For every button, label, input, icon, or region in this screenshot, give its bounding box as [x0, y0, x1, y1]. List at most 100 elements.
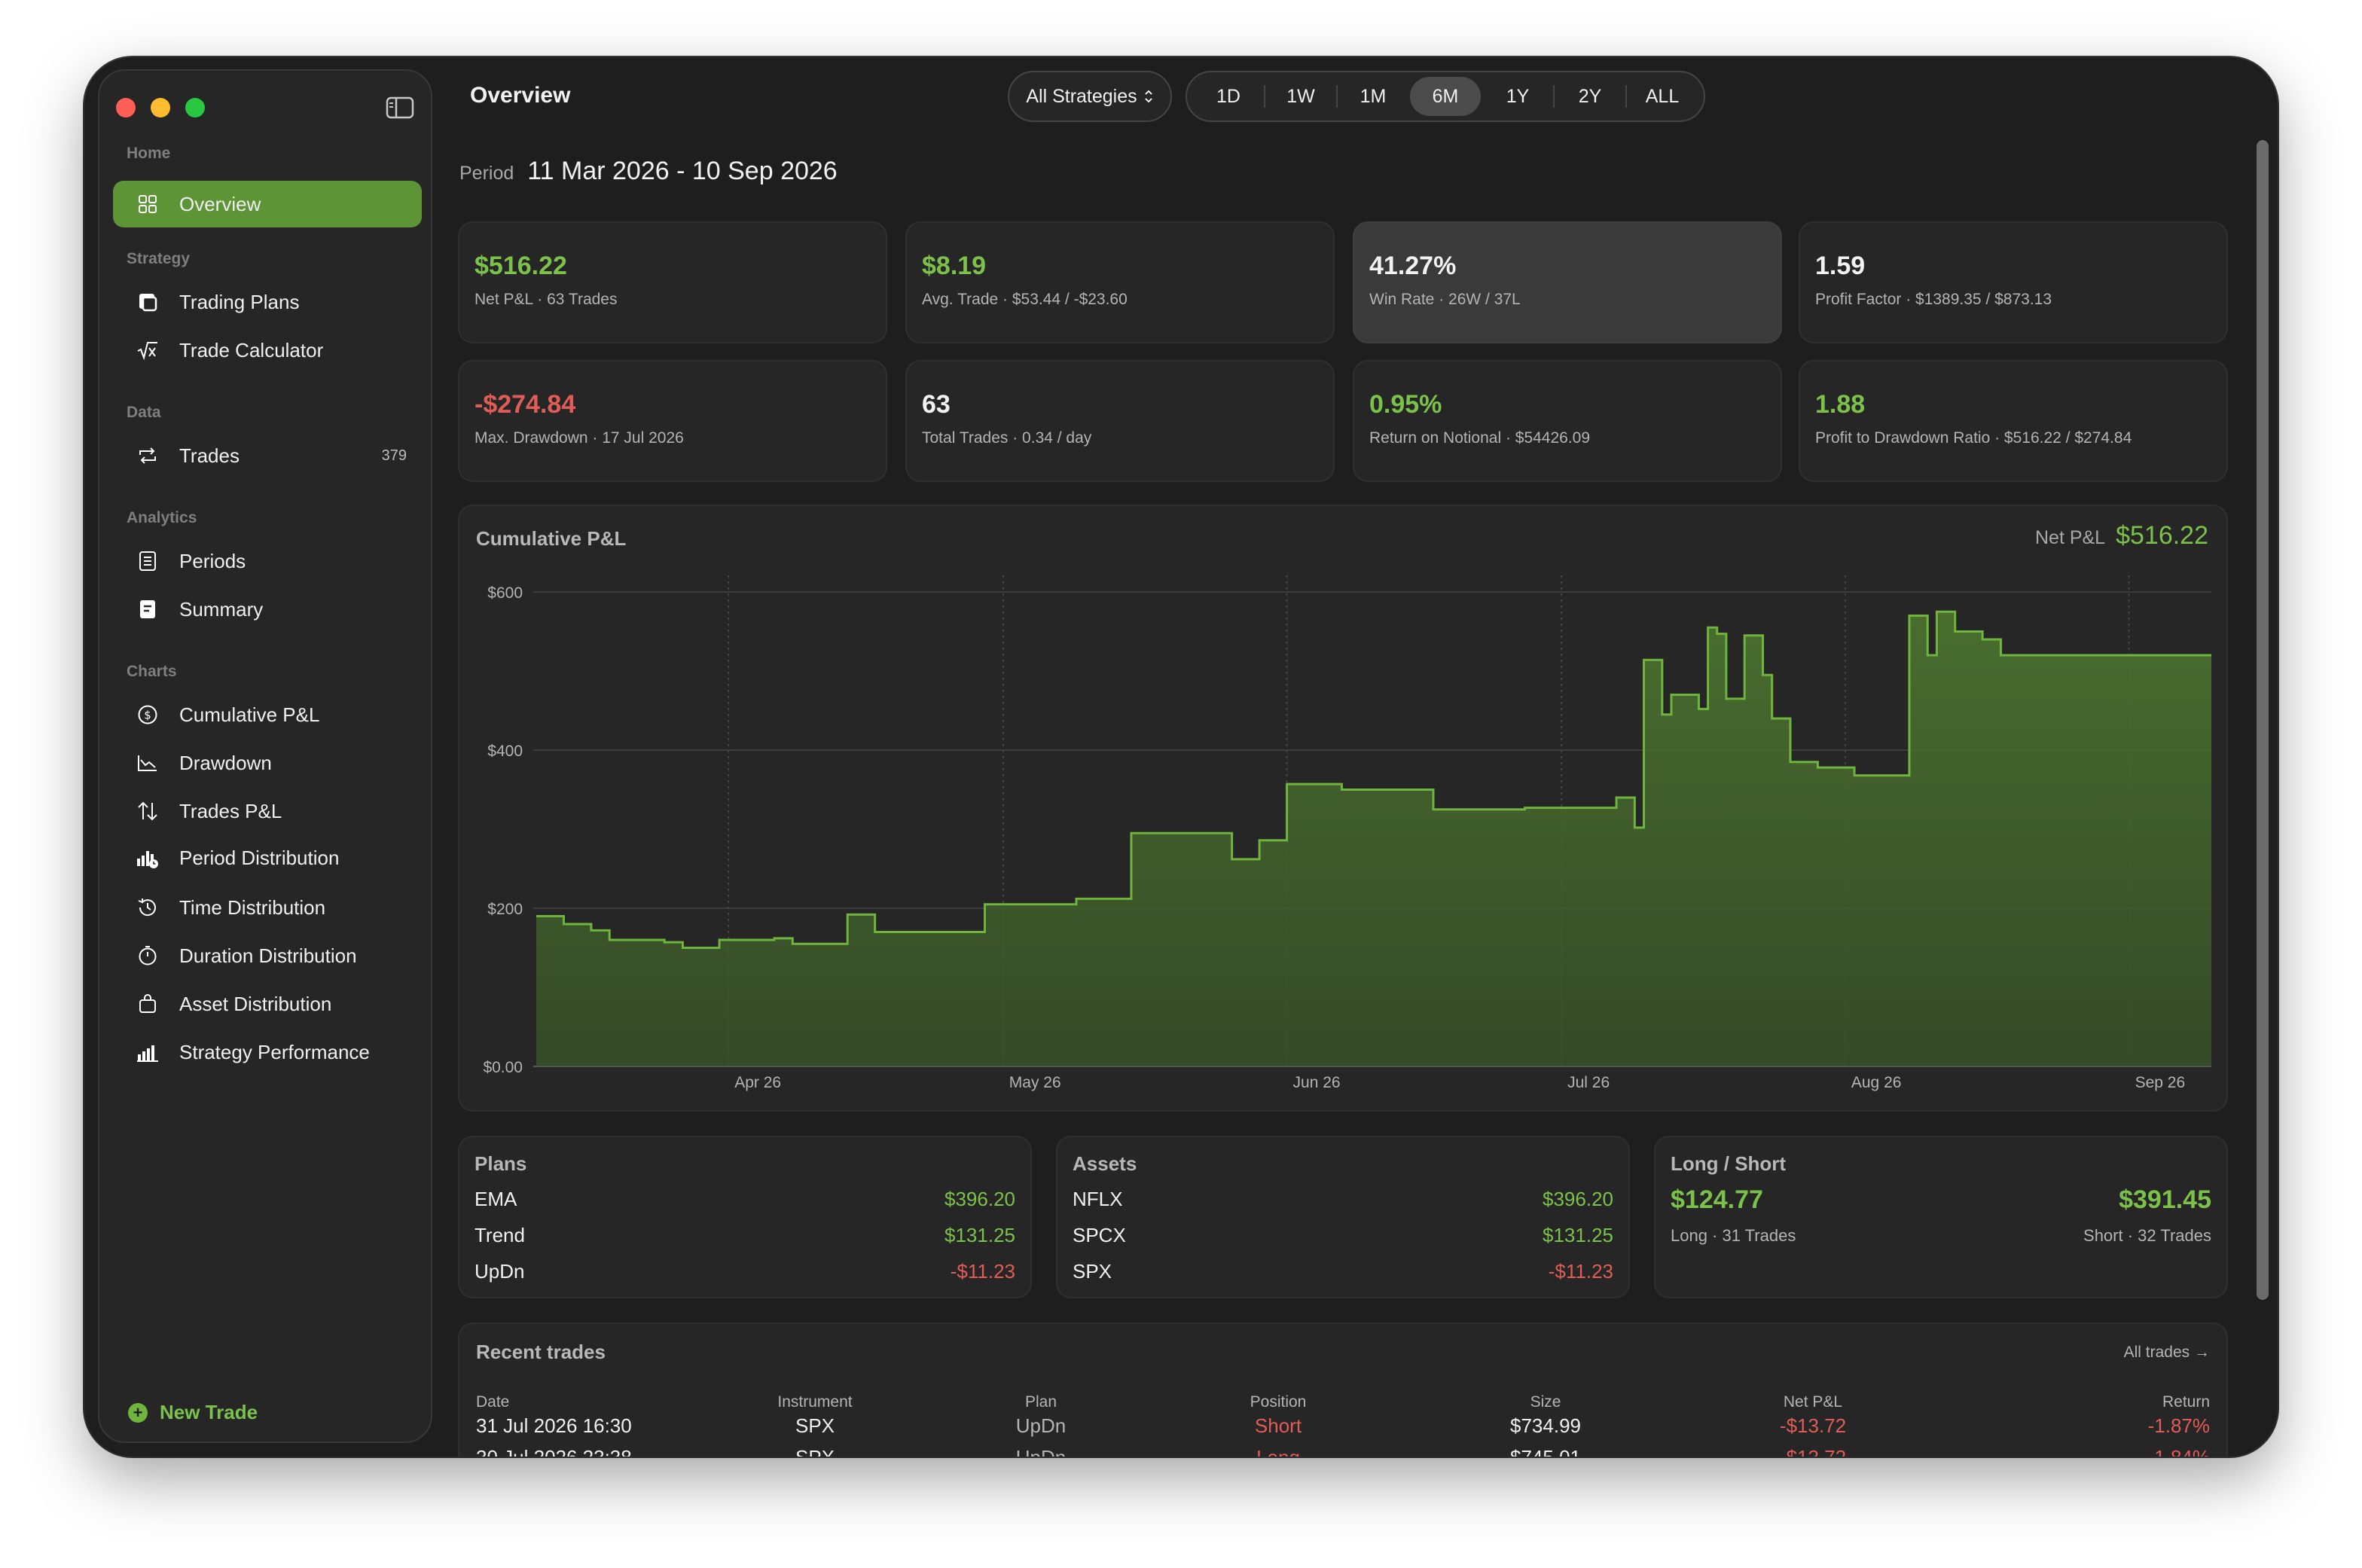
- cell-return: -1.87%: [2147, 1414, 2210, 1437]
- all-trades-link[interactable]: All trades →: [2124, 1344, 2210, 1362]
- plans-panel: Plans EMA $396.20 Trend $131.25 UpDn -$1…: [458, 1136, 1032, 1298]
- calendar-list-icon: [136, 549, 160, 573]
- range-button-2y[interactable]: 2Y: [1555, 77, 1625, 116]
- new-trade-button[interactable]: + New Trade: [128, 1401, 258, 1424]
- metric-value: 1.59: [1815, 252, 1866, 280]
- table-row[interactable]: 30 Jul 2026 23:38 SPX UpDn Long $745.01 …: [476, 1446, 2210, 1457]
- zoom-window-button[interactable]: [185, 98, 205, 117]
- sidebar-item-overview[interactable]: Overview: [113, 181, 422, 227]
- column-header-net-pnl[interactable]: Net P&L: [1689, 1393, 1937, 1411]
- sidebar-item-duration-distribution[interactable]: Duration Distribution: [113, 932, 422, 979]
- range-button-all[interactable]: ALL: [1627, 77, 1698, 116]
- sidebar-item-label: Trade Calculator: [179, 338, 324, 361]
- asset-row[interactable]: NFLX $396.20: [1073, 1184, 1613, 1214]
- section-home: Home: [127, 145, 171, 162]
- y-tick-label: $400: [487, 743, 523, 760]
- pnl-area: [536, 612, 2211, 1066]
- metric-card-profit-to-drawdown[interactable]: 1.88 Profit to Drawdown Ratio · $516.22 …: [1799, 360, 2228, 482]
- assets-panel: Assets NFLX $396.20 SPCX $131.25 SPX -$1…: [1056, 1136, 1630, 1298]
- sidebar-item-time-distribution[interactable]: Time Distribution: [113, 884, 422, 931]
- sidebar-item-asset-distribution[interactable]: Asset Distribution: [113, 981, 422, 1027]
- chevron-up-down-icon: [1144, 90, 1152, 103]
- column-header-position[interactable]: Position: [1154, 1393, 1402, 1411]
- period-display: Period 11 Mar 2026 - 10 Sep 2026: [459, 157, 838, 186]
- sidebar-item-period-distribution[interactable]: Period Distribution: [113, 834, 422, 881]
- short-label: Short · 32 Trades: [2083, 1226, 2211, 1245]
- sidebar-item-drawdown[interactable]: Drawdown: [113, 740, 422, 786]
- metric-label: Win Rate · 26W / 37L: [1369, 291, 1521, 308]
- metric-card-profit-factor[interactable]: 1.59 Profit Factor · $1389.35 / $873.13: [1799, 221, 2228, 343]
- metric-value: 41.27%: [1369, 252, 1457, 280]
- panel-title: Recent trades: [476, 1341, 606, 1363]
- section-strategy: Strategy: [127, 250, 191, 267]
- range-button-1m[interactable]: 1M: [1338, 77, 1408, 116]
- metric-label: Return on Notional · $54426.09: [1369, 429, 1591, 447]
- x-tick-label: Sep 26: [2135, 1074, 2186, 1091]
- recent-trades-panel: Recent trades All trades → Date Instrume…: [458, 1322, 2228, 1457]
- column-header-plan[interactable]: Plan: [928, 1393, 1154, 1411]
- range-button-1w[interactable]: 1W: [1265, 77, 1336, 116]
- metric-card-return-on-notional[interactable]: 0.95% Return on Notional · $54426.09: [1353, 360, 1782, 482]
- metric-card-avg-trade[interactable]: $8.19 Avg. Trade · $53.44 / -$23.60: [905, 221, 1335, 343]
- sidebar-toggle-icon[interactable]: [386, 96, 414, 119]
- metric-card-win-rate[interactable]: 41.27% Win Rate · 26W / 37L: [1353, 221, 1782, 343]
- range-button-6m[interactable]: 6M: [1410, 77, 1481, 116]
- column-header-return[interactable]: Return: [1937, 1393, 2210, 1411]
- metric-card-total-trades[interactable]: 63 Total Trades · 0.34 / day: [905, 360, 1335, 482]
- sidebar-item-strategy-performance[interactable]: Strategy Performance: [113, 1029, 422, 1075]
- metric-card-net-pnl[interactable]: $516.22 Net P&L · 63 Trades: [458, 221, 887, 343]
- chart-summary-label: Net P&L: [2034, 527, 2106, 548]
- cell-net-pnl: -$13.72: [1779, 1414, 1847, 1437]
- asset-name: SPX: [1073, 1259, 1112, 1283]
- asset-name: NFLX: [1073, 1187, 1123, 1210]
- plan-row[interactable]: UpDn -$11.23: [475, 1256, 1015, 1286]
- metric-value: 0.95%: [1369, 390, 1442, 419]
- window-controls: [116, 98, 205, 117]
- sidebar-item-cumulative-pnl[interactable]: $ Cumulative P&L: [113, 691, 422, 738]
- range-button-1y[interactable]: 1Y: [1482, 77, 1553, 116]
- column-header-instrument[interactable]: Instrument: [702, 1393, 928, 1411]
- range-segmented-control: 1D 1W 1M 6M 1Y 2Y ALL: [1186, 71, 1705, 122]
- asset-name: SPCX: [1073, 1223, 1126, 1246]
- strategy-select-value: All Strategies: [1026, 85, 1137, 107]
- column-header-size[interactable]: Size: [1402, 1393, 1689, 1411]
- column-header-date[interactable]: Date: [476, 1393, 702, 1411]
- strategy-select[interactable]: All Strategies: [1008, 71, 1172, 122]
- asset-row[interactable]: SPCX $131.25: [1073, 1220, 1613, 1250]
- x-tick-label: Jun 26: [1293, 1074, 1341, 1091]
- grid-icon: [136, 192, 160, 216]
- y-tick-label: $200: [487, 901, 523, 918]
- plan-name: UpDn: [475, 1259, 525, 1283]
- table-row[interactable]: 31 Jul 2026 16:30 SPX UpDn Short $734.99…: [476, 1414, 2210, 1438]
- bag-icon: [136, 992, 160, 1016]
- sidebar-item-trading-plans[interactable]: Trading Plans: [113, 279, 422, 325]
- plan-row[interactable]: EMA $396.20: [475, 1184, 1015, 1214]
- sidebar-item-trades-pnl[interactable]: Trades P&L: [113, 788, 422, 834]
- close-window-button[interactable]: [116, 98, 136, 117]
- plans-icon: [136, 290, 160, 314]
- cell-size: $745.01: [1402, 1446, 1689, 1457]
- short-value: $391.45: [2119, 1185, 2211, 1214]
- sidebar-item-label: Overview: [179, 192, 261, 215]
- vertical-scrollbar[interactable]: [2257, 140, 2269, 1300]
- sidebar-item-label: Trades P&L: [179, 799, 282, 822]
- range-button-1d[interactable]: 1D: [1193, 77, 1264, 116]
- metric-card-max-drawdown[interactable]: -$274.84 Max. Drawdown · 17 Jul 2026: [458, 360, 887, 482]
- sidebar-item-label: Periods: [179, 549, 246, 572]
- sidebar-item-trades[interactable]: Trades 379: [113, 432, 422, 479]
- arrows-up-down-icon: [136, 799, 160, 823]
- plus-icon: +: [128, 1402, 148, 1423]
- new-trade-label: New Trade: [160, 1401, 258, 1423]
- long-short-panel: Long / Short $124.77 Long · 31 Trades $3…: [1654, 1136, 2228, 1298]
- sidebar-item-summary[interactable]: Summary: [113, 586, 422, 633]
- asset-row[interactable]: SPX -$11.23: [1073, 1256, 1613, 1286]
- section-charts: Charts: [127, 663, 177, 680]
- plan-row[interactable]: Trend $131.25: [475, 1220, 1015, 1250]
- table-header: Date Instrument Plan Position Size Net P…: [476, 1393, 2210, 1411]
- sidebar-item-label: Asset Distribution: [179, 992, 332, 1015]
- long-label: Long · 31 Trades: [1671, 1226, 1796, 1245]
- asset-value: $396.20: [1543, 1187, 1613, 1210]
- sidebar-item-trade-calculator[interactable]: Trade Calculator: [113, 327, 422, 374]
- sidebar-item-periods[interactable]: Periods: [113, 538, 422, 584]
- minimize-window-button[interactable]: [151, 98, 170, 117]
